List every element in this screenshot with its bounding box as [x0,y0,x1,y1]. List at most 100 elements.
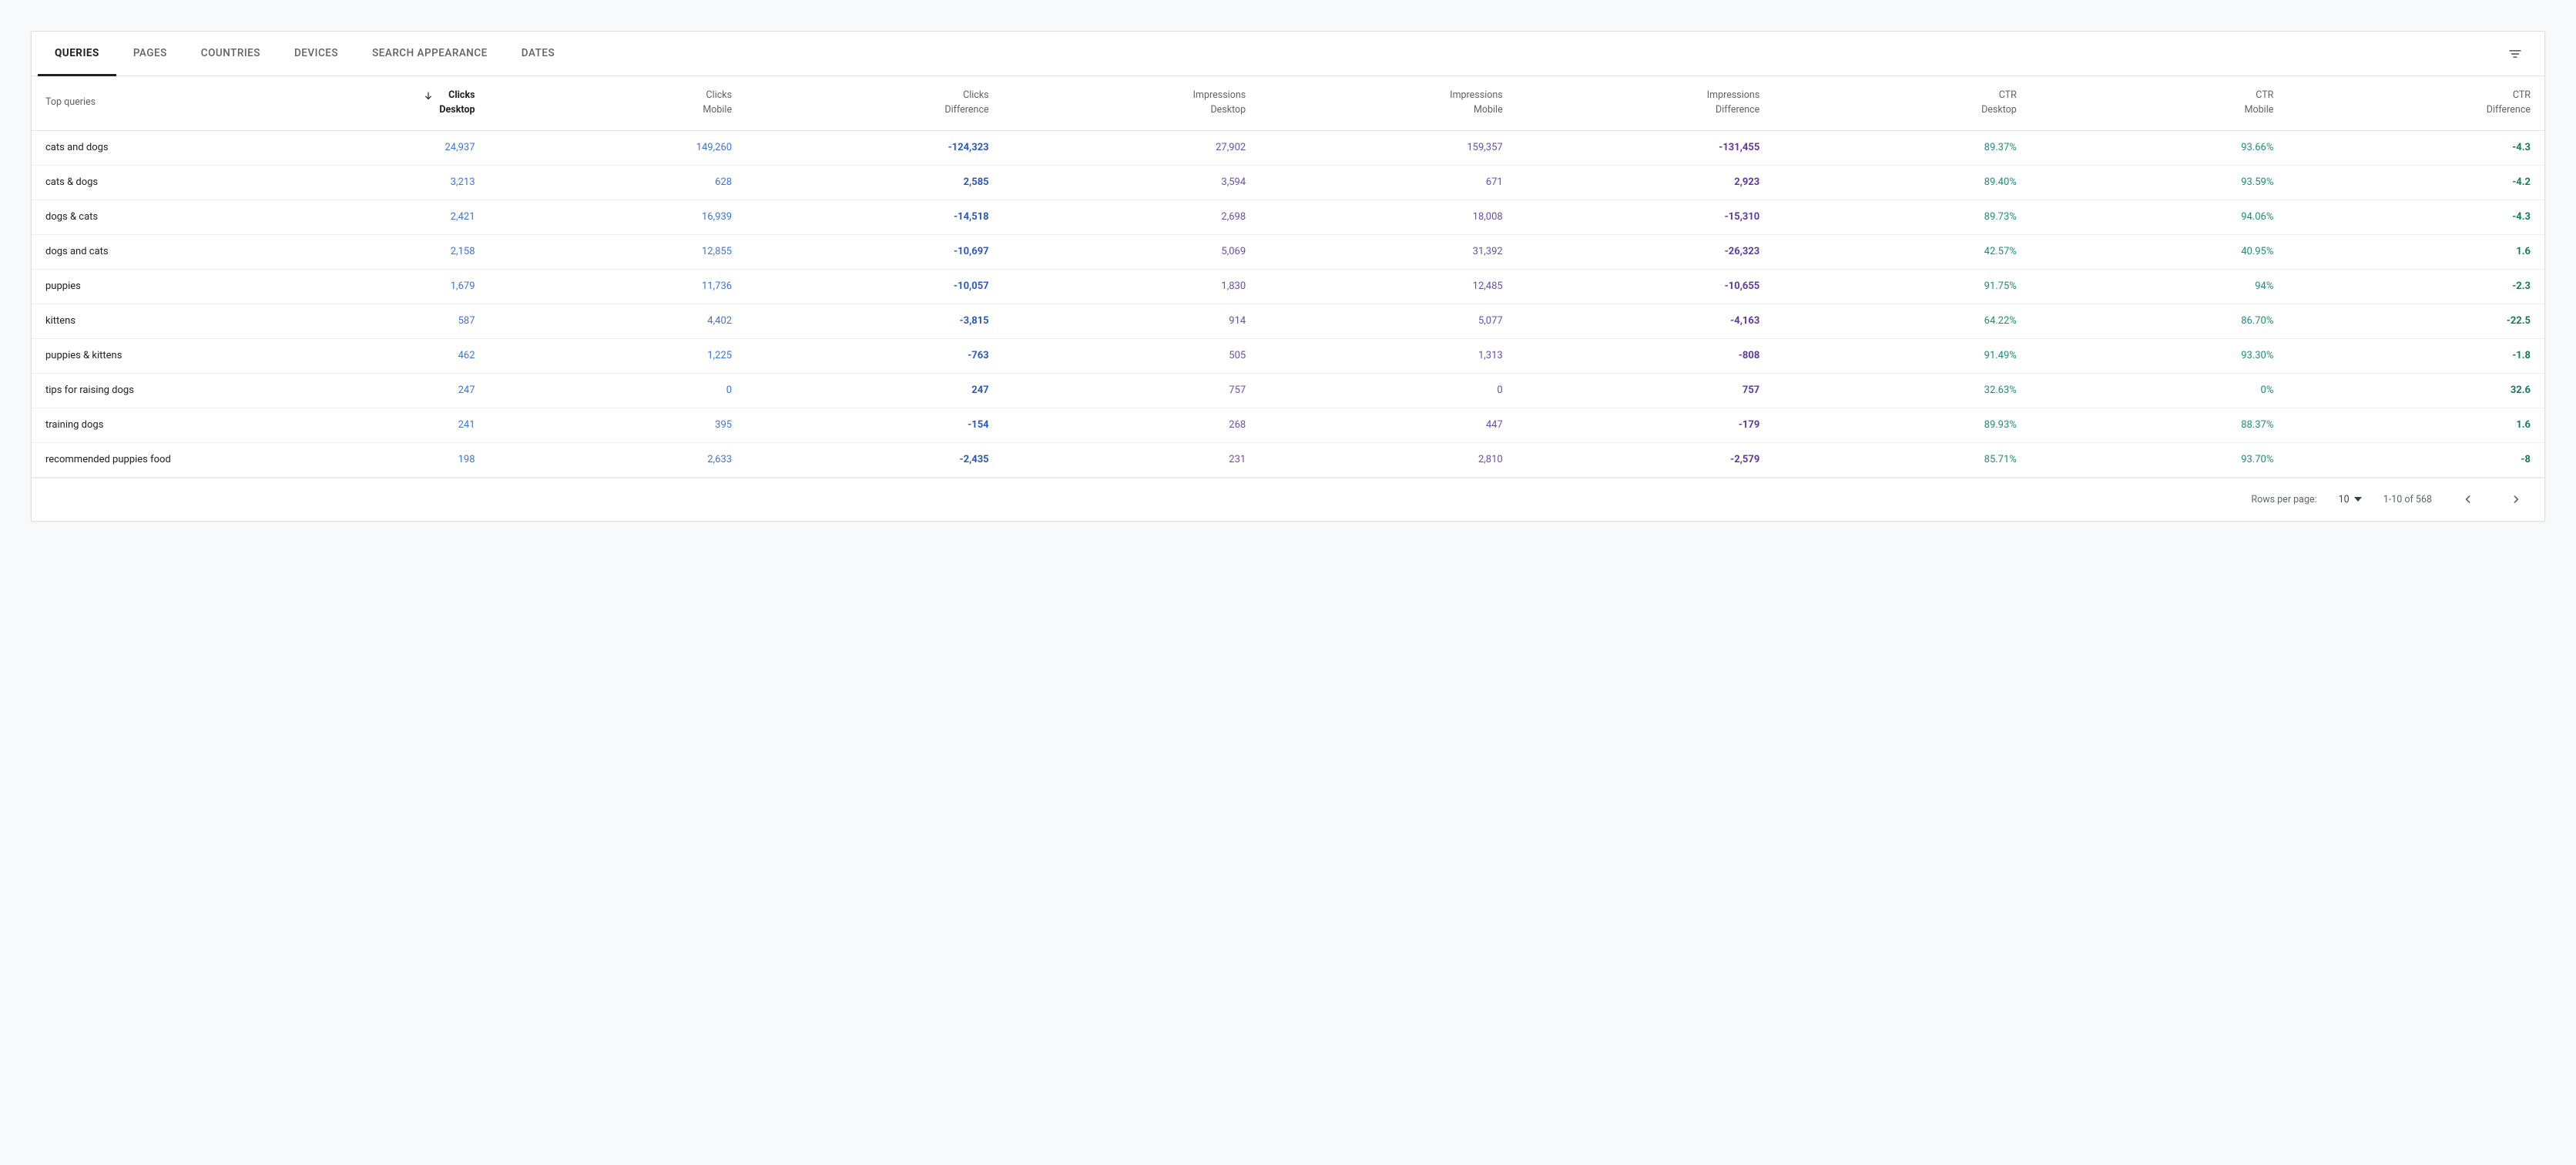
metric-cell: -2.3 [2287,269,2544,304]
table-row[interactable]: puppies1,67911,736-10,0571,83012,485-10,… [32,269,2544,304]
col-impr-diff[interactable]: ImpressionsDifference [1517,76,1774,130]
metric-cell: 2,158 [232,234,489,269]
metric-cell: -8 [2287,442,2544,477]
table-row[interactable]: tips for raising dogs2470247757075732.63… [32,373,2544,408]
metric-cell: 89.73% [1773,200,2031,234]
query-cell[interactable]: training dogs [32,408,232,442]
table-row[interactable]: recommended puppies food1982,633-2,43523… [32,442,2544,477]
metric-cell: 5,069 [1003,234,1260,269]
metric-cell: 40.95% [2031,234,2288,269]
metric-cell: 94.06% [2031,200,2288,234]
metric-cell: 1,679 [232,269,489,304]
metric-cell: 93.70% [2031,442,2288,477]
metric-cell: -4.3 [2287,200,2544,234]
table-row[interactable]: kittens5874,402-3,8159145,077-4,16364.22… [32,304,2544,338]
tab-dates[interactable]: DATES [505,32,572,76]
dimension-tabs: QUERIES PAGES COUNTRIES DEVICES SEARCH A… [32,32,2544,76]
metric-cell: 2,923 [1517,165,1774,200]
metric-cell: 32.6 [2287,373,2544,408]
col-clicks-mobile[interactable]: ClicksMobile [489,76,746,130]
metric-cell: -10,057 [746,269,1003,304]
table-row[interactable]: training dogs241395-154268447-17989.93%8… [32,408,2544,442]
metric-cell: 2,633 [489,442,746,477]
metric-cell: 3,594 [1003,165,1260,200]
query-cell[interactable]: cats & dogs [32,165,232,200]
query-cell[interactable]: recommended puppies food [32,442,232,477]
chevron-left-icon [2460,492,2475,507]
query-cell[interactable]: dogs & cats [32,200,232,234]
metric-cell: -154 [746,408,1003,442]
table-row[interactable]: cats and dogs24,937149,260-124,32327,902… [32,130,2544,165]
metric-cell: 93.59% [2031,165,2288,200]
metric-cell: 24,937 [232,130,489,165]
table-row[interactable]: dogs & cats2,42116,939-14,5182,69818,008… [32,200,2544,234]
metric-cell: 247 [232,373,489,408]
filter-icon [2507,46,2523,62]
metric-cell: 12,855 [489,234,746,269]
metric-cell: 505 [1003,338,1260,373]
metric-cell: -4,163 [1517,304,1774,338]
metric-cell: 247 [746,373,1003,408]
metric-cell: 1,225 [489,338,746,373]
tab-pages[interactable]: PAGES [116,32,184,76]
metric-cell: 85.71% [1773,442,2031,477]
filter-button[interactable] [2500,39,2531,69]
table-row[interactable]: puppies & kittens4621,225-7635051,313-80… [32,338,2544,373]
metric-cell: 757 [1517,373,1774,408]
metric-cell: 32.63% [1773,373,2031,408]
next-page-button[interactable] [2503,485,2531,513]
query-cell[interactable]: cats and dogs [32,130,232,165]
col-ctr-mobile[interactable]: CTRMobile [2031,76,2288,130]
rows-per-page-select[interactable]: 10 [2339,494,2362,505]
metric-cell: 1.6 [2287,234,2544,269]
query-cell[interactable]: puppies & kittens [32,338,232,373]
tab-queries[interactable]: QUERIES [38,32,116,76]
sort-descending-icon [423,90,434,106]
metric-cell: -763 [746,338,1003,373]
metric-cell: 27,902 [1003,130,1260,165]
query-cell[interactable]: dogs and cats [32,234,232,269]
page-range: 1-10 of 568 [2383,494,2432,505]
metric-cell: 1.6 [2287,408,2544,442]
tab-search-appearance[interactable]: SEARCH APPEARANCE [355,32,505,76]
table-row[interactable]: dogs and cats2,15812,855-10,6975,06931,3… [32,234,2544,269]
table-body: cats and dogs24,937149,260-124,32327,902… [32,130,2544,477]
metric-cell: 0 [489,373,746,408]
tab-devices[interactable]: DEVICES [277,32,355,76]
metric-cell: 93.30% [2031,338,2288,373]
metric-cell: 5,077 [1259,304,1517,338]
metric-cell: -15,310 [1517,200,1774,234]
metric-cell: 11,736 [489,269,746,304]
col-top-queries[interactable]: Top queries [32,76,232,130]
col-impr-mobile[interactable]: ImpressionsMobile [1259,76,1517,130]
metric-cell: 447 [1259,408,1517,442]
col-clicks-desktop[interactable]: ClicksDesktop [232,76,489,130]
col-ctr-diff[interactable]: CTRDifference [2287,76,2544,130]
metric-cell: 94% [2031,269,2288,304]
metric-cell: 395 [489,408,746,442]
metric-cell: 231 [1003,442,1260,477]
metric-cell: -4.3 [2287,130,2544,165]
col-ctr-desktop[interactable]: CTRDesktop [1773,76,2031,130]
metric-cell: 2,421 [232,200,489,234]
prev-page-button[interactable] [2454,485,2481,513]
table-row[interactable]: cats & dogs3,2136282,5853,5946712,92389.… [32,165,2544,200]
query-cell[interactable]: puppies [32,269,232,304]
rows-per-page-label: Rows per page: [2251,494,2316,505]
metric-cell: 241 [232,408,489,442]
dropdown-icon [2354,497,2362,502]
metric-cell: 2,585 [746,165,1003,200]
metric-cell: 757 [1003,373,1260,408]
metric-cell: 462 [232,338,489,373]
col-impr-desktop[interactable]: ImpressionsDesktop [1003,76,1260,130]
col-clicks-diff[interactable]: ClicksDifference [746,76,1003,130]
query-cell[interactable]: kittens [32,304,232,338]
metric-cell: -3,815 [746,304,1003,338]
tab-countries[interactable]: COUNTRIES [184,32,277,76]
table-scroll[interactable]: Top queries ClicksDesktop ClicksMobile C… [32,76,2544,478]
metric-cell: -2,579 [1517,442,1774,477]
query-cell[interactable]: tips for raising dogs [32,373,232,408]
performance-report-card: QUERIES PAGES COUNTRIES DEVICES SEARCH A… [31,31,2545,522]
chevron-right-icon [2509,492,2524,507]
metric-cell: -10,655 [1517,269,1774,304]
